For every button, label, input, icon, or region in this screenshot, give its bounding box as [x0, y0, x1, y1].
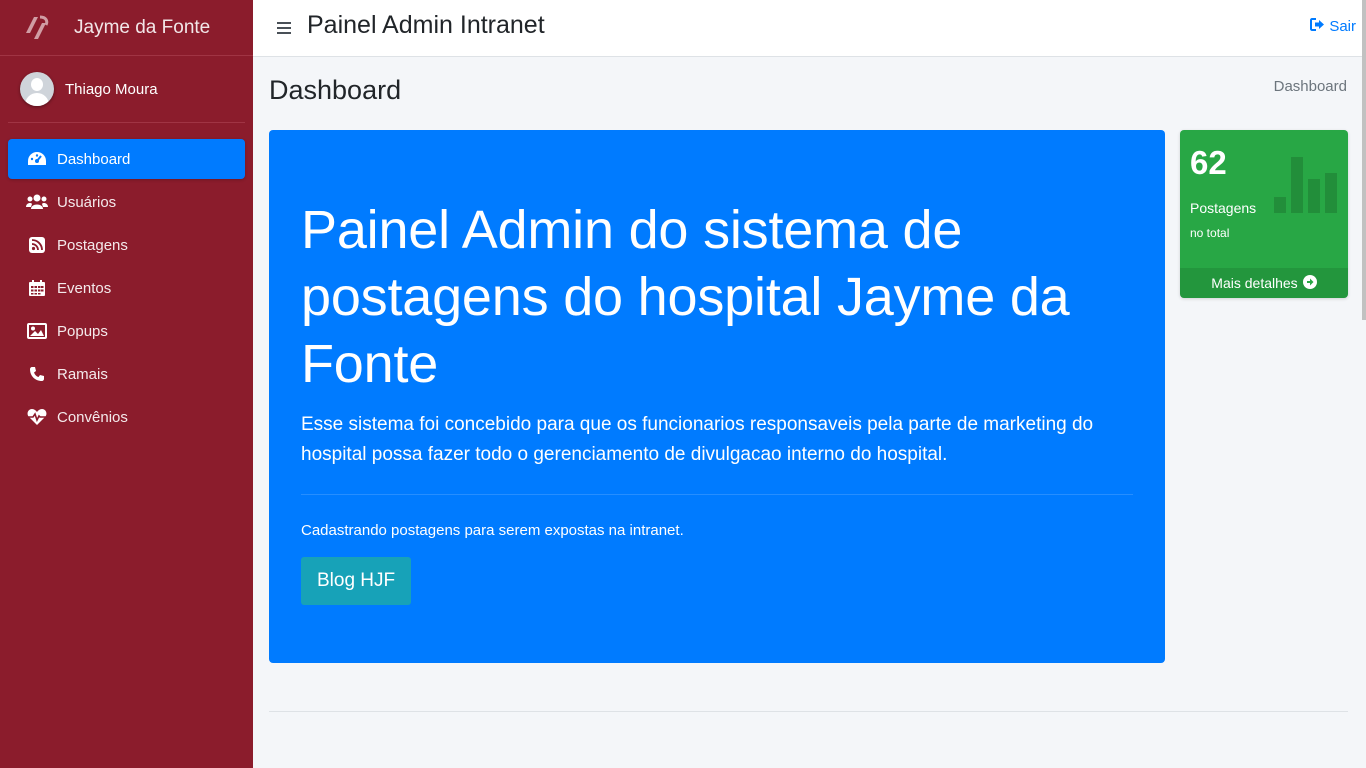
sign-out-icon: [1310, 18, 1325, 35]
sidebar-item-label: Eventos: [57, 279, 112, 297]
sidebar-nav: Dashboard Usuários Postagens Eventos Pop…: [0, 139, 253, 437]
sidebar-item-popups[interactable]: Popups: [8, 311, 245, 351]
jumbotron-text: Cadastrando postagens para serem exposta…: [301, 522, 684, 539]
menu-toggle-icon[interactable]: [277, 22, 291, 34]
sidebar-item-label: Convênios: [57, 408, 128, 426]
logout-button[interactable]: Sair: [1310, 18, 1356, 35]
sidebar-item-ramais[interactable]: Ramais: [8, 354, 245, 394]
brand-text: Jayme da Fonte: [74, 16, 211, 38]
page-title: Dashboard: [269, 75, 402, 105]
sidebar-item-label: Popups: [57, 322, 108, 340]
stat-sublabel: no total: [1190, 226, 1230, 240]
logout-label: Sair: [1329, 18, 1356, 35]
user-panel[interactable]: Thiago Moura: [8, 56, 245, 123]
stat-label: Postagens: [1190, 200, 1257, 216]
brand-link[interactable]: Jayme da Fonte: [0, 0, 253, 56]
sidebar-item-dashboard[interactable]: Dashboard: [8, 139, 245, 179]
sidebar-item-convenios[interactable]: Convênios: [8, 397, 245, 437]
jumbotron-lead: Esse sistema foi concebido para que os f…: [301, 414, 1094, 465]
calendar-icon: [26, 277, 48, 299]
sidebar-item-label: Ramais: [57, 365, 108, 383]
rss-icon: [26, 234, 48, 256]
top-navbar: Painel Admin Intranet Sair: [253, 0, 1366, 57]
sidebar-item-label: Postagens: [57, 236, 128, 254]
sidebar-item-eventos[interactable]: Eventos: [8, 268, 245, 308]
sidebar-item-label: Dashboard: [57, 150, 131, 168]
stat-value: 62: [1190, 144, 1227, 181]
tachometer-icon: [26, 148, 48, 170]
user-name: Thiago Moura: [65, 80, 158, 98]
users-icon: [26, 191, 48, 213]
content-header: Dashboard Dashboard: [253, 57, 1366, 127]
bar-chart-icon: [1274, 157, 1338, 220]
arrow-circle-right-icon: [1302, 274, 1317, 292]
welcome-jumbotron: Painel Admin do sistema de postagens do …: [269, 130, 1165, 663]
navbar-title: Painel Admin Intranet: [307, 10, 545, 39]
sidebar-item-postagens[interactable]: Postagens: [8, 225, 245, 265]
jumbotron-title: Painel Admin do sistema de postagens do …: [301, 200, 1070, 394]
more-details-label: Mais detalhes: [1211, 275, 1298, 291]
image-icon: [26, 320, 48, 342]
hospital-logo-icon: [20, 11, 54, 45]
sidebar-item-label: Usuários: [57, 193, 117, 211]
avatar: [20, 72, 54, 106]
page-scrollbar[interactable]: [1362, 0, 1366, 320]
breadcrumb: Dashboard: [1273, 78, 1347, 95]
more-details-link[interactable]: Mais detalhes: [1180, 268, 1348, 298]
footer-divider: [269, 711, 1348, 712]
heartbeat-icon: [26, 406, 48, 428]
postagens-stat-box: 62 Postagens no total Mais detalhes: [1180, 130, 1348, 298]
blog-button[interactable]: Blog HJF: [301, 557, 412, 605]
jumbotron-divider: [301, 494, 1133, 495]
phone-icon: [26, 363, 48, 385]
sidebar: Jayme da Fonte Thiago Moura Dashboard Us…: [0, 0, 253, 768]
sidebar-item-usuarios[interactable]: Usuários: [8, 182, 245, 222]
